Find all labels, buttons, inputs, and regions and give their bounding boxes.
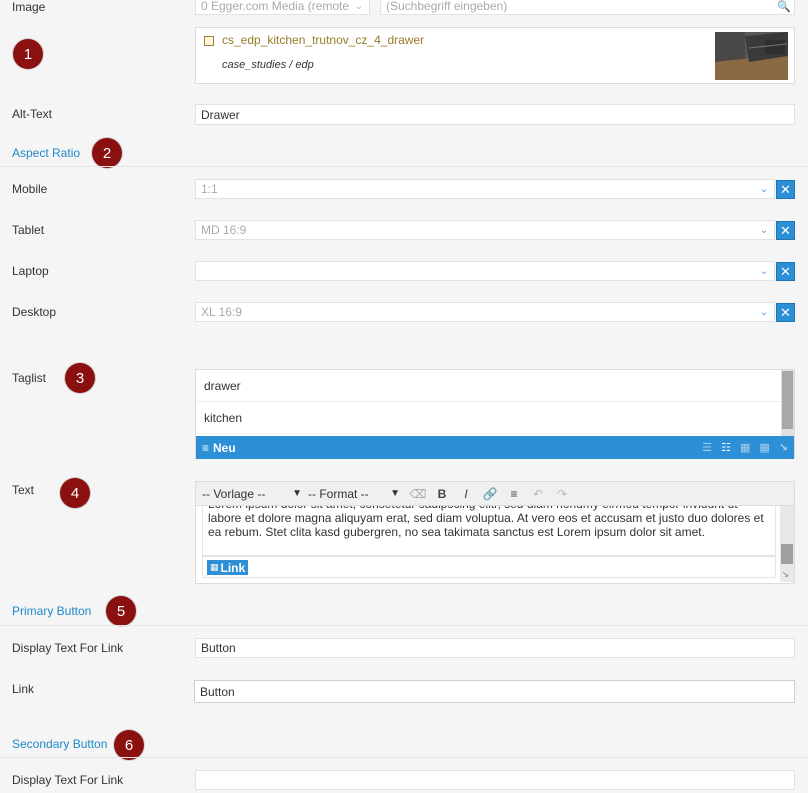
primary-display-text-label: Display Text For Link <box>12 641 124 655</box>
resize-icon[interactable]: ↘ <box>779 441 788 454</box>
list-add-icon[interactable]: ≡ <box>202 441 209 455</box>
undo-icon[interactable]: ↶ <box>526 487 550 501</box>
marker-2: 2 <box>92 138 122 168</box>
format-select-value: -- Format -- <box>308 486 369 501</box>
template-select-value: -- Vorlage -- <box>202 486 266 501</box>
media-search-placeholder: (Suchbegriff eingeben) <box>386 0 508 13</box>
aspect-desktop-clear-button[interactable]: ✕ <box>776 303 795 322</box>
secondary-display-text-label: Display Text For Link <box>12 773 124 787</box>
media-search-input[interactable]: (Suchbegriff eingeben) 🔍 <box>380 0 795 15</box>
primary-button-title: Primary Button <box>12 604 92 618</box>
aspect-tablet-clear-button[interactable]: ✕ <box>776 221 795 240</box>
tag-item[interactable]: drawer <box>196 370 782 402</box>
alt-text-value: Drawer <box>201 107 240 122</box>
aspect-mobile-clear-button[interactable]: ✕ <box>776 180 795 199</box>
primary-link-input[interactable]: Button <box>194 680 795 703</box>
chevron-down-icon: ▼ <box>292 488 302 499</box>
grid-view-icon[interactable]: ▦ <box>740 441 750 454</box>
secondary-button-title: Secondary Button <box>12 737 108 751</box>
image-file-path: case_studies / edp <box>222 59 314 71</box>
link-chip[interactable]: ▦ Link <box>207 560 249 575</box>
section-divider <box>0 166 808 167</box>
close-icon: ✕ <box>780 222 791 238</box>
file-icon <box>204 36 214 46</box>
chevron-down-icon: ⌄ <box>759 224 769 236</box>
aspect-mobile-select[interactable]: 1:1 ⌄ <box>195 179 775 199</box>
primary-display-text-input[interactable]: Button <box>195 638 795 658</box>
link-chip-label: Link <box>220 560 246 575</box>
chevron-down-icon: ⌄ <box>759 265 769 277</box>
alt-text-label: Alt-Text <box>12 107 53 121</box>
marker-5: 5 <box>106 596 136 626</box>
scrollbar-thumb[interactable] <box>781 544 793 564</box>
aspect-desktop-label: Desktop <box>12 305 57 319</box>
aspect-tablet-label: Tablet <box>12 223 45 237</box>
resize-icon[interactable]: ↘ <box>781 569 789 580</box>
aspect-mobile-label: Mobile <box>12 182 48 196</box>
section-divider <box>0 625 808 626</box>
aspect-laptop-select[interactable]: ⌄ <box>195 261 775 281</box>
link-chip-icon: ▦ <box>210 562 219 572</box>
image-preview-card[interactable]: cs_edp_kitchen_trutnov_cz_4_drawer case_… <box>195 27 795 84</box>
image-label: Image <box>12 0 46 14</box>
media-source-select[interactable]: 0 Egger.com Media (remote ⌄ <box>195 0 370 15</box>
marker-6: 6 <box>114 730 144 760</box>
aspect-desktop-select[interactable]: XL 16:9 ⌄ <box>195 302 775 322</box>
primary-link-value: Button <box>200 684 235 699</box>
marker-4: 4 <box>60 478 90 508</box>
tree-view-icon[interactable]: ☷ <box>721 441 731 454</box>
format-select[interactable]: -- Format -- ▼ <box>308 487 400 501</box>
image-file-name[interactable]: cs_edp_kitchen_trutnov_cz_4_drawer <box>222 33 424 47</box>
bullet-list-icon[interactable]: ≡ <box>502 487 526 501</box>
aspect-mobile-value: 1:1 <box>201 182 218 196</box>
marker-1: 1 <box>13 39 43 69</box>
bold-icon[interactable]: B <box>430 487 454 501</box>
chevron-down-icon: ▼ <box>390 488 400 499</box>
aspect-desktop-value: XL 16:9 <box>201 305 242 319</box>
media-source-value: 0 Egger.com Media (remote <box>201 0 350 13</box>
taglist-label: Taglist <box>12 371 47 385</box>
section-divider <box>0 757 808 758</box>
marker-3: 3 <box>65 363 95 393</box>
image-thumbnail[interactable] <box>715 32 788 80</box>
primary-link-label: Link <box>12 682 35 696</box>
alt-text-input[interactable]: Drawer <box>195 104 795 125</box>
list-view-icon[interactable]: ☰ <box>702 441 712 454</box>
primary-display-text-value: Button <box>201 641 236 655</box>
aspect-tablet-select[interactable]: MD 16:9 ⌄ <box>195 220 775 240</box>
template-select[interactable]: -- Vorlage -- ▼ <box>202 487 302 501</box>
search-icon[interactable]: 🔍 <box>777 0 791 13</box>
eraser-icon[interactable]: ⌫ <box>406 487 430 501</box>
link-icon[interactable]: 🔗 <box>478 487 502 501</box>
taglist-scrollbar[interactable] <box>781 370 794 436</box>
redo-icon[interactable]: ↷ <box>550 487 574 501</box>
editor-content[interactable]: Lorem ipsum dolor sit amet, consetetur s… <box>202 506 776 556</box>
taglist-toolbar: ≡ Neu ☰ ☷ ▦ ▦ ↘ <box>196 436 794 459</box>
aspect-laptop-clear-button[interactable]: ✕ <box>776 262 795 281</box>
editor-link-line[interactable]: ▦ Link <box>202 556 776 578</box>
aspect-laptop-label: Laptop <box>12 264 49 278</box>
chevron-down-icon: ⌄ <box>354 0 364 12</box>
close-icon: ✕ <box>780 181 791 197</box>
close-icon: ✕ <box>780 304 791 320</box>
taglist-new-button[interactable]: Neu <box>213 441 236 455</box>
text-label: Text <box>12 483 35 497</box>
close-icon: ✕ <box>780 263 791 279</box>
chevron-down-icon: ⌄ <box>759 183 769 195</box>
aspect-tablet-value: MD 16:9 <box>201 223 247 237</box>
italic-icon[interactable]: I <box>454 487 478 501</box>
secondary-display-text-input[interactable] <box>195 770 795 790</box>
editor-toolbar: -- Vorlage -- ▼ -- Format -- ▼ ⌫ B I 🔗 ≡… <box>196 482 794 506</box>
aspect-ratio-title: Aspect Ratio <box>12 146 81 160</box>
chevron-down-icon: ⌄ <box>759 306 769 318</box>
tag-item[interactable]: kitchen <box>196 402 782 434</box>
tile-view-icon[interactable]: ▦ <box>759 441 769 454</box>
rich-text-editor: -- Vorlage -- ▼ -- Format -- ▼ ⌫ B I 🔗 ≡… <box>195 481 795 584</box>
scrollbar-thumb[interactable] <box>782 371 793 429</box>
taglist-box: drawer kitchen ≡ Neu ☰ ☷ ▦ ▦ ↘ <box>195 369 795 459</box>
editor-body-text: Lorem ipsum dolor sit amet, consetetur s… <box>208 506 764 539</box>
